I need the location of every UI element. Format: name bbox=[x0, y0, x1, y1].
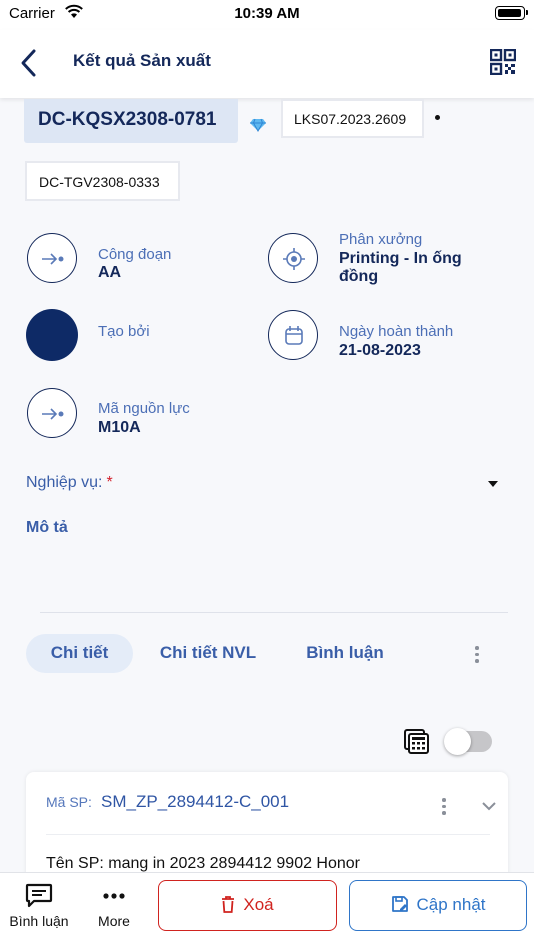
chat-icon bbox=[25, 883, 53, 908]
ellipsis-icon bbox=[103, 893, 125, 899]
ngay-hoan-thanh-label: Ngày hoàn thành bbox=[339, 323, 454, 340]
arrow-right-icon bbox=[27, 388, 77, 438]
target-icon bbox=[268, 233, 318, 283]
ma-sp-value: SM_ZP_2894412-C_001 bbox=[101, 792, 290, 811]
back-chevron-icon[interactable] bbox=[18, 48, 40, 78]
separator-dot bbox=[435, 115, 440, 120]
qr-code-icon[interactable] bbox=[489, 48, 517, 76]
more-button[interactable]: More bbox=[84, 883, 144, 929]
ma-nguon-luc-label: Mã nguồn lực bbox=[98, 400, 190, 417]
card-more-icon[interactable] bbox=[442, 798, 446, 818]
phan-xuong-value-line2: đồng bbox=[339, 268, 379, 285]
chevron-down-icon[interactable] bbox=[482, 798, 496, 811]
cong-doan-label: Công đoạn bbox=[98, 246, 172, 263]
trash-icon bbox=[222, 896, 235, 913]
comment-button[interactable]: Bình luận bbox=[4, 883, 74, 929]
page-title: Kết quả Sản xuất bbox=[73, 51, 211, 70]
tab-chi-tiet[interactable]: Chi tiết bbox=[26, 634, 133, 673]
tab-chi-tiet-nvl[interactable]: Chi tiết NVL bbox=[148, 634, 268, 673]
phan-xuong-value: Printing - In ống bbox=[339, 250, 462, 267]
reference-chip[interactable]: LKS07.2023.2609 bbox=[281, 99, 424, 138]
record-code: DC-KQSX2308-0781 bbox=[24, 99, 238, 143]
tab-binh-luan[interactable]: Bình luận bbox=[295, 634, 395, 673]
diamond-icon bbox=[249, 118, 267, 133]
update-label: Cập nhật bbox=[416, 895, 486, 914]
ma-sp-label: Mã SP: bbox=[46, 794, 92, 810]
divider bbox=[40, 612, 508, 613]
delete-button[interactable]: Xoá bbox=[158, 880, 337, 931]
bottom-action-bar: Bình luận More Xoá Cập nhật bbox=[0, 872, 534, 950]
ngay-hoan-thanh-value: 21-08-2023 bbox=[339, 342, 421, 359]
mo-ta-label: Mô tả bbox=[26, 519, 68, 536]
comment-label: Bình luận bbox=[9, 913, 69, 929]
nghiep-vu-select[interactable]: Nghiệp vụ: * bbox=[26, 474, 113, 492]
ma-nguon-luc-value: M10A bbox=[98, 419, 141, 436]
card-divider bbox=[46, 834, 490, 835]
reference-chip-secondary[interactable]: DC-TGV2308-0333 bbox=[25, 161, 180, 201]
delete-label: Xoá bbox=[243, 895, 274, 914]
calculator-icon[interactable] bbox=[404, 729, 429, 754]
ten-sp-text: Tên SP: mang in 2023 2894412 9902 Honor bbox=[46, 855, 361, 872]
avatar bbox=[26, 309, 78, 361]
more-label: More bbox=[98, 913, 130, 929]
required-mark: * bbox=[106, 474, 113, 491]
clock: 10:39 AM bbox=[234, 5, 300, 22]
toggle-knob bbox=[444, 728, 471, 755]
tabs-more-icon[interactable] bbox=[475, 646, 479, 666]
cong-doan-value: AA bbox=[98, 264, 122, 281]
battery-icon bbox=[495, 6, 528, 20]
status-bar: Carrier 10:39 AM bbox=[0, 0, 534, 30]
chevron-down-icon[interactable] bbox=[488, 481, 498, 487]
tao-boi-label: Tạo bởi bbox=[98, 323, 150, 340]
save-icon bbox=[391, 896, 408, 912]
phan-xuong-label: Phân xưởng bbox=[339, 231, 423, 248]
view-toggle[interactable] bbox=[444, 728, 492, 755]
update-button[interactable]: Cập nhật bbox=[349, 880, 527, 931]
nghiep-vu-label: Nghiệp vụ: bbox=[26, 474, 103, 491]
arrow-right-icon bbox=[27, 233, 77, 283]
navigation-bar: Kết quả Sản xuất bbox=[0, 30, 534, 98]
calendar-icon bbox=[268, 310, 318, 360]
